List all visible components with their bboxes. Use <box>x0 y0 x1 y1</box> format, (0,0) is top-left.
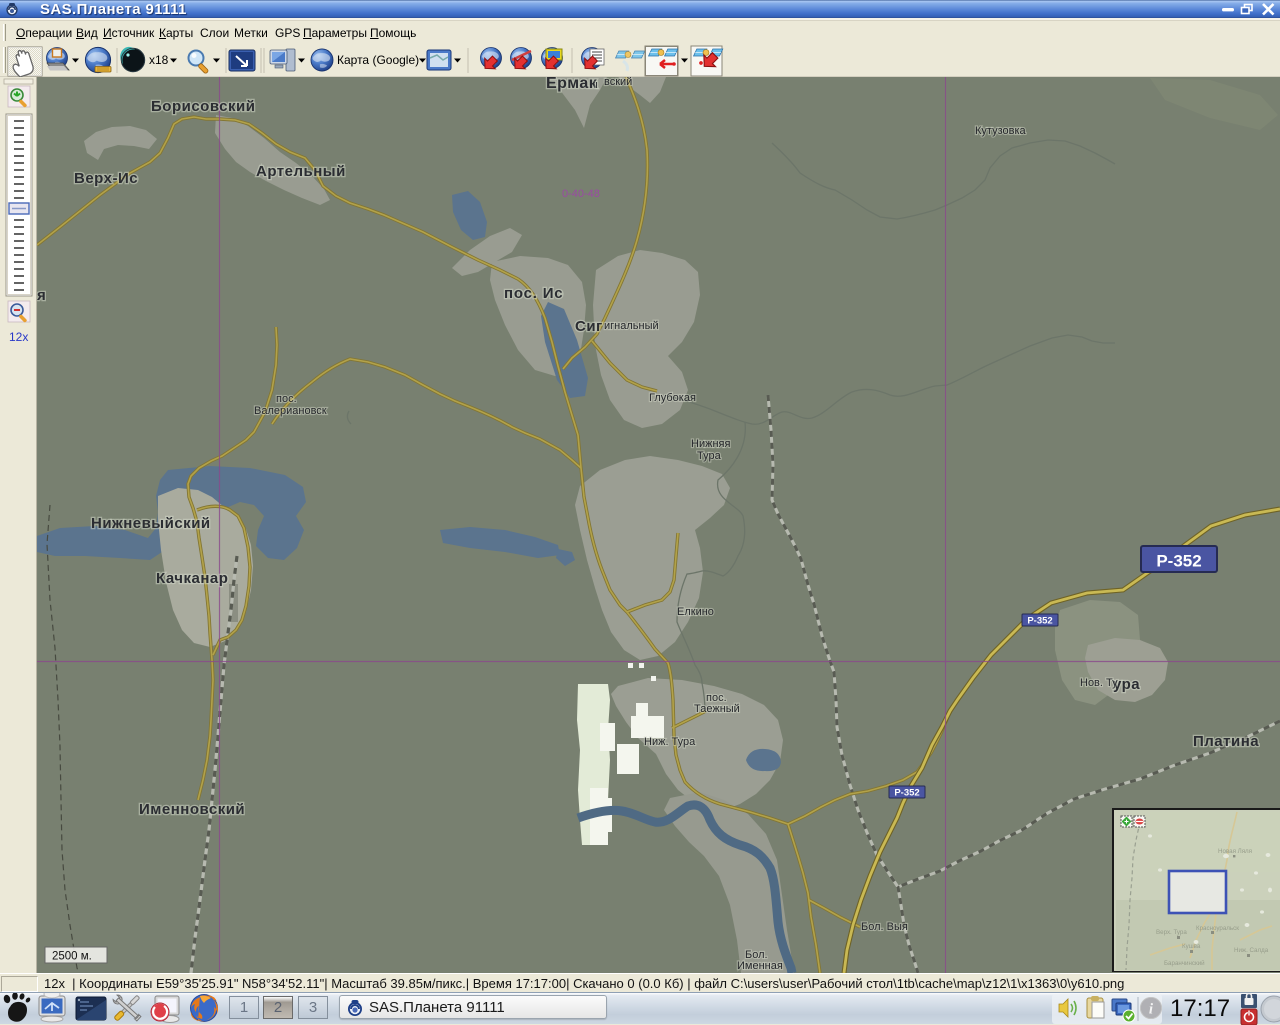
svg-text:Новая Ляля: Новая Ляля <box>1218 848 1252 855</box>
svg-text:2500 м.: 2500 м. <box>52 951 92 963</box>
svg-text:Елкино: Елкино <box>677 606 714 618</box>
svg-text:Именновский: Именновский <box>139 801 245 818</box>
svg-text:Верх-Ис: Верх-Ис <box>74 170 138 187</box>
svg-text:Баранчинский: Баранчинский <box>1164 960 1205 967</box>
svg-text:Кушва: Кушва <box>1182 943 1201 950</box>
svg-text:Платина: Платина <box>1193 733 1259 750</box>
svg-text:Ниж. Тура: Ниж. Тура <box>644 736 696 748</box>
svg-text:Борисовский: Борисовский <box>151 98 255 115</box>
svg-text:Таежный: Таежный <box>694 703 740 715</box>
svg-text:Валериановск: Валериановск <box>254 405 327 417</box>
svg-text:Р-352: Р-352 <box>894 788 919 799</box>
svg-text:Кутузовка: Кутузовка <box>975 125 1027 137</box>
svg-text:Тура: Тура <box>697 450 722 462</box>
svg-text:вский: вский <box>604 77 632 88</box>
svg-text:Качканар: Качканар <box>156 570 228 587</box>
svg-text:Сиг: Сиг <box>575 318 603 335</box>
svg-text:Карта (Google): Карта (Google) <box>337 53 419 67</box>
svg-text:Нижняя: Нижняя <box>691 438 730 450</box>
svg-text:Р-352: Р-352 <box>1156 552 1201 571</box>
svg-text:Верх. Тура: Верх. Тура <box>1156 929 1187 936</box>
svg-text:Красноуральск: Красноуральск <box>1196 925 1239 932</box>
svg-text:Бол. Выя: Бол. Выя <box>861 921 908 933</box>
svg-text:0-40-48: 0-40-48 <box>562 188 600 200</box>
svg-text:пос.: пос. <box>276 393 297 405</box>
svg-text:Ермакι: Ермакι <box>546 77 598 92</box>
svg-text:пос. Ис: пос. Ис <box>504 285 563 302</box>
svg-text:я: я <box>37 287 46 304</box>
svg-text:x18: x18 <box>149 53 169 67</box>
svg-text:Нов. Ту: Нов. Ту <box>1080 677 1118 689</box>
svg-text:17:17: 17:17 <box>1170 995 1230 1022</box>
svg-text:Р-352: Р-352 <box>1027 616 1052 627</box>
svg-text:Именная: Именная <box>737 960 783 972</box>
svg-text:Артельный: Артельный <box>256 163 346 180</box>
svg-text:Нижневыйский: Нижневыйский <box>91 515 211 532</box>
svg-text:Ниж. Салда: Ниж. Салда <box>1234 947 1269 954</box>
svg-text:Глубокая: Глубокая <box>649 392 696 404</box>
svg-text:игнальный: игнальный <box>604 320 659 332</box>
svg-text:12x: 12x <box>9 330 28 344</box>
